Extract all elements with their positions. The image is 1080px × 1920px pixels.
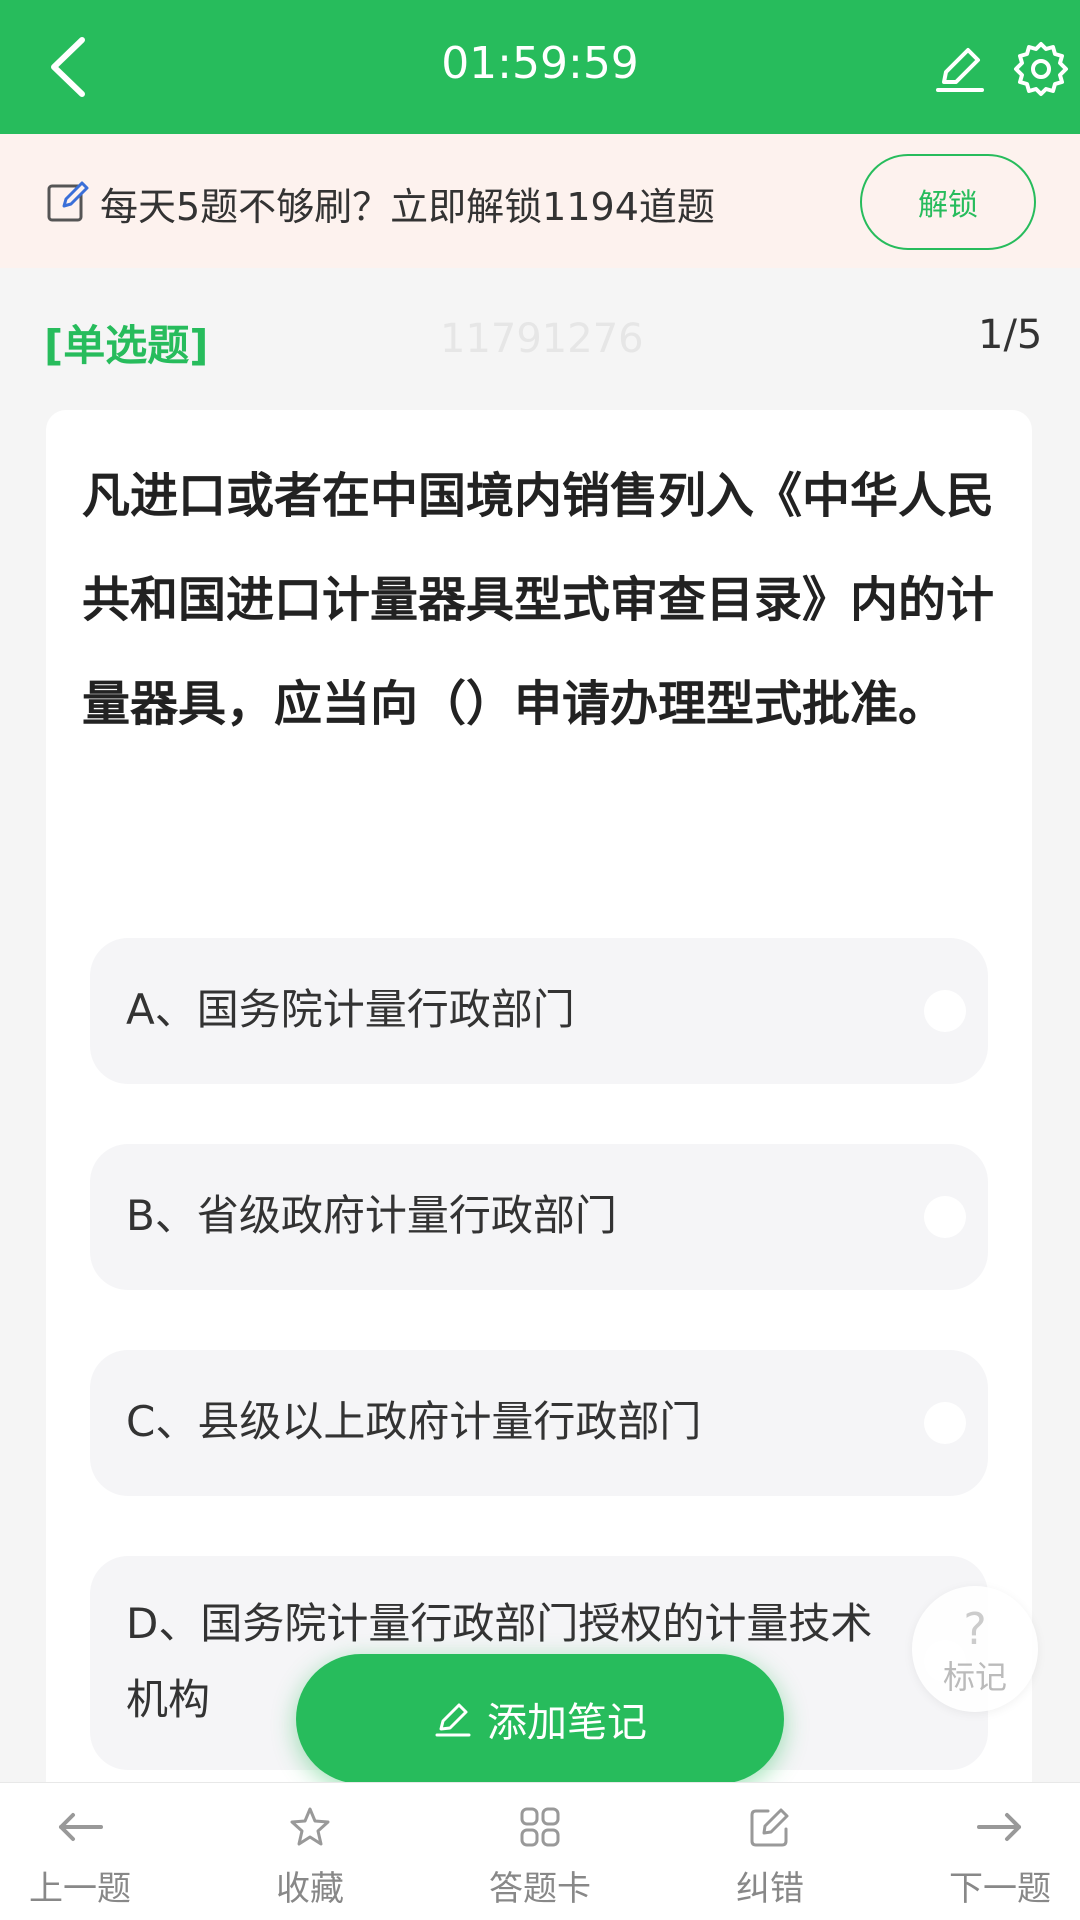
question-progress: 1/5 [978, 312, 1043, 358]
option-radio[interactable] [924, 1196, 966, 1238]
note-edit-icon [47, 181, 89, 222]
question-id-watermark: 11791276 [440, 316, 644, 362]
option-a[interactable]: A、国务院计量行政部门 [90, 938, 988, 1084]
top-bar: 01:59:59 [0, 0, 1080, 134]
report-error-button[interactable]: 纠错 [690, 1783, 850, 1920]
nav-label: 收藏 [276, 1869, 344, 1909]
unlock-banner-text: 每天5题不够刷？立即解锁1194道题 [100, 185, 715, 229]
option-label: C、县级以上政府计量行政部门 [126, 1397, 702, 1446]
answer-sheet-button[interactable]: 答题卡 [460, 1783, 620, 1920]
nav-label: 纠错 [736, 1869, 804, 1909]
option-radio[interactable] [924, 1402, 966, 1444]
grid-icon [520, 1807, 560, 1847]
option-label: B、省级政府计量行政部门 [126, 1191, 617, 1240]
settings-button[interactable] [1012, 40, 1070, 98]
favorite-button[interactable]: 收藏 [230, 1783, 390, 1920]
bottom-nav: 上一题 收藏 答题卡 纠错 下一题 [0, 1782, 1080, 1920]
edit-button[interactable] [932, 40, 988, 96]
star-icon [290, 1807, 330, 1846]
prev-question-button[interactable]: 上一题 [0, 1783, 160, 1920]
question-mark-icon: ? [963, 1604, 987, 1655]
nav-label: 下一题 [949, 1869, 1051, 1909]
arrow-right-icon [977, 1813, 1021, 1841]
next-question-button[interactable]: 下一题 [920, 1783, 1080, 1920]
question-text: 凡进口或者在中国境内销售列入《中华人民共和国进口计量器具型式审查目录》内的计量器… [82, 468, 995, 732]
mark-question-button[interactable]: ? 标记 [912, 1586, 1038, 1712]
option-label: A、国务院计量行政部门 [126, 985, 575, 1034]
gear-icon [1014, 42, 1068, 96]
pencil-icon [936, 48, 984, 92]
mark-label: 标记 [942, 1658, 1007, 1696]
unlock-button[interactable]: 解锁 [860, 154, 1036, 250]
edit-box-icon [750, 1808, 789, 1847]
pencil-icon [435, 1703, 471, 1737]
option-radio[interactable] [924, 990, 966, 1032]
add-note-button[interactable]: 添加笔记 [296, 1654, 784, 1784]
question-type-label: [单选题] [44, 321, 209, 370]
nav-label: 上一题 [29, 1869, 131, 1909]
option-b[interactable]: B、省级政府计量行政部门 [90, 1144, 988, 1290]
nav-label: 答题卡 [489, 1869, 591, 1909]
countdown-timer: 01:59:59 [441, 38, 639, 89]
add-note-label: 添加笔记 [487, 1700, 647, 1746]
option-c[interactable]: C、县级以上政府计量行政部门 [90, 1350, 988, 1496]
arrow-left-icon [59, 1813, 103, 1841]
